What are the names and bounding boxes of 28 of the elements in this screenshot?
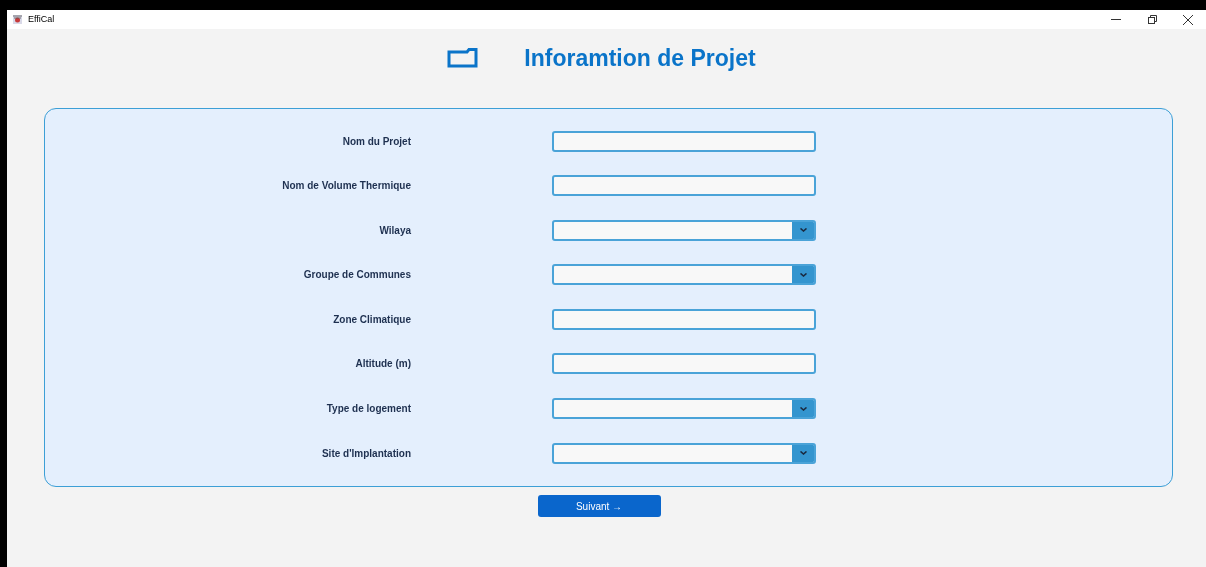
input-field[interactable]	[552, 353, 816, 375]
chevron-down-icon	[799, 272, 807, 277]
field-label: Groupe de Communes	[302, 268, 411, 283]
window-title: EffiCal	[28, 12, 55, 26]
input-field[interactable]	[552, 308, 816, 330]
restore-icon	[1147, 15, 1157, 24]
app-icon	[12, 14, 23, 25]
chevron-down-icon	[799, 406, 807, 411]
field-label: Altitude (m)	[354, 357, 411, 372]
chevron-down-icon	[799, 451, 807, 456]
dropdown[interactable]	[552, 219, 816, 241]
close-icon	[1183, 14, 1193, 25]
field-label: Nom du Projet	[341, 134, 411, 149]
input-field[interactable]	[552, 130, 816, 152]
dropdown[interactable]	[552, 442, 816, 464]
minimize-icon	[1111, 19, 1121, 20]
input-field[interactable]	[552, 175, 816, 197]
field-label: Site d'Implantation	[320, 446, 411, 461]
field-label: Nom de Volume Thermique	[281, 179, 411, 194]
dropdown[interactable]	[552, 264, 816, 286]
field-label: Zone Climatique	[332, 312, 411, 327]
field-label: Type de logement	[325, 402, 411, 417]
chevron-down-icon	[799, 228, 807, 233]
dropdown[interactable]	[552, 398, 816, 420]
next-button[interactable]: Suivant →	[537, 495, 661, 517]
folder-icon	[447, 48, 479, 68]
field-label: Wilaya	[378, 223, 411, 238]
page-heading: Inforamtion de Projet	[524, 43, 756, 73]
